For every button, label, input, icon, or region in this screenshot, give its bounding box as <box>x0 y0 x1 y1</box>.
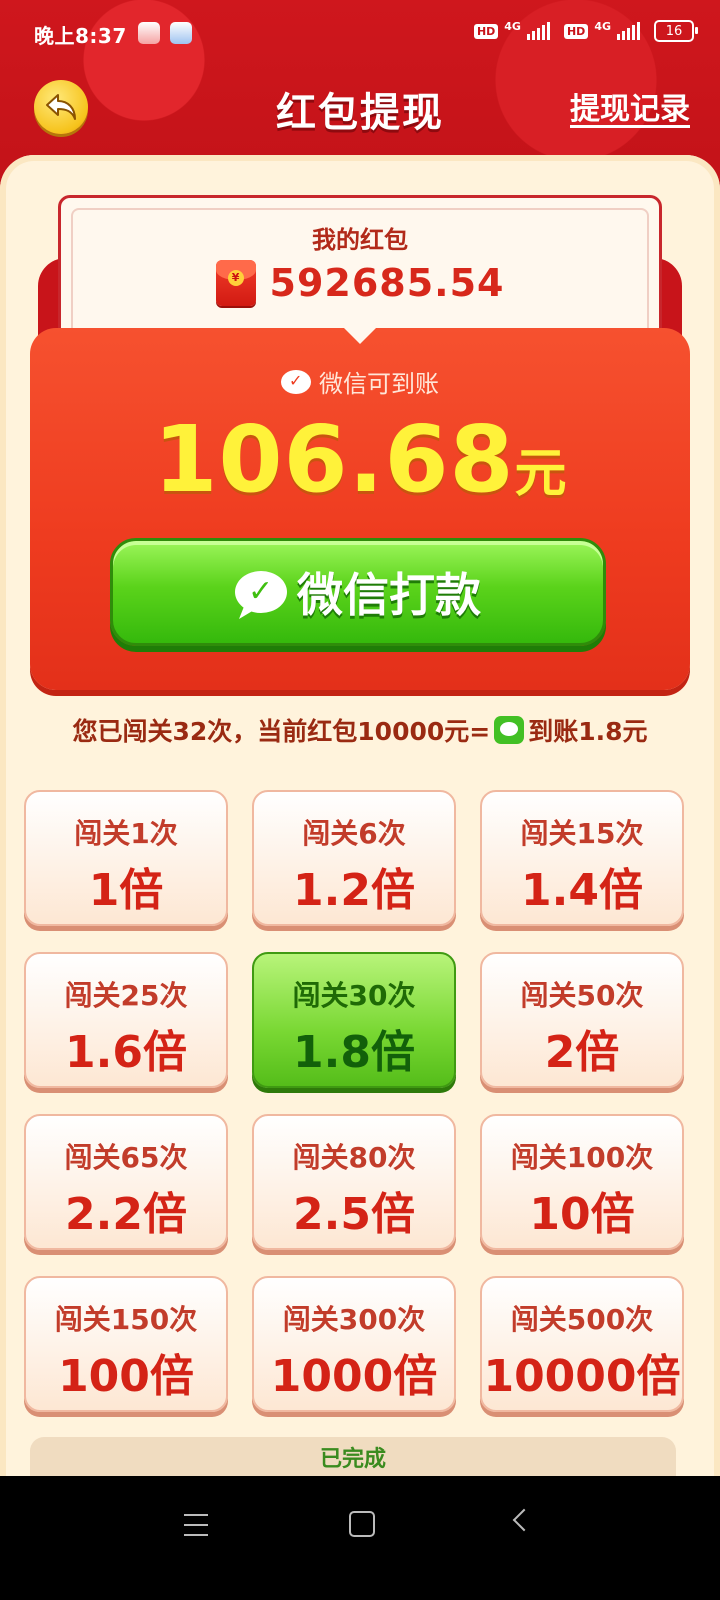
withdraw-history-link[interactable]: 提现记录 <box>570 84 690 128</box>
payout-amount-row: 106.68元 <box>30 406 690 513</box>
tier-requirement: 闯关500次 <box>510 1303 654 1336</box>
tier-requirement: 闯关65次 <box>64 1141 188 1174</box>
progress-text: 您已闯关32次，当前红包10000元= <box>72 717 491 746</box>
tier-card[interactable]: 闯关50次 2倍 <box>480 952 684 1088</box>
app-notification-icon <box>138 22 160 44</box>
tier-requirement: 闯关100次 <box>510 1141 654 1174</box>
tier-requirement: 闯关50次 <box>520 979 644 1012</box>
tier-card[interactable]: 闯关300次 1000倍 <box>252 1276 456 1412</box>
wechat-chat-icon <box>235 571 287 613</box>
wechat-pay-label: 微信打款 <box>297 568 481 622</box>
tier-requirement: 闯关25次 <box>64 979 188 1012</box>
tier-card-active[interactable]: 闯关30次 1.8倍 <box>252 952 456 1088</box>
status-indicators: HD 4G HD 4G 16 <box>473 19 698 42</box>
tier-card[interactable]: 闯关6次 1.2倍 <box>252 790 456 926</box>
tier-multiplier: 1.8倍 <box>293 1027 415 1078</box>
tier-card[interactable]: 闯关1次 1倍 <box>24 790 228 926</box>
network-type-label-2: 4G <box>594 19 611 33</box>
battery-level: 16 <box>665 23 683 39</box>
tier-requirement: 闯关150次 <box>54 1303 198 1336</box>
tier-multiplier: 2倍 <box>544 1027 620 1078</box>
tier-requirement: 闯关30次 <box>292 979 416 1012</box>
wechat-receive-row: 微信可到账 <box>30 364 690 399</box>
tier-requirement: 闯关80次 <box>292 1141 416 1174</box>
tier-card[interactable]: 闯关80次 2.5倍 <box>252 1114 456 1250</box>
tier-requirement: 闯关300次 <box>282 1303 426 1336</box>
tier-multiplier: 10倍 <box>529 1189 635 1240</box>
wechat-receive-label: 微信可到账 <box>319 370 439 398</box>
tier-multiplier: 10000倍 <box>483 1351 681 1402</box>
progress-note: 您已闯关32次，当前红包10000元= 到账1.8元 <box>0 712 720 748</box>
progress-text-after: 到账1.8元 <box>528 717 648 746</box>
status-time: 晚上8:37 <box>34 24 127 48</box>
tier-card[interactable]: 闯关25次 1.6倍 <box>24 952 228 1088</box>
home-icon[interactable] <box>349 1511 375 1537</box>
tier-multiplier: 2.5倍 <box>293 1189 415 1240</box>
tier-multiplier: 2.2倍 <box>65 1189 187 1240</box>
tier-card[interactable]: 闯关150次 100倍 <box>24 1276 228 1412</box>
tier-multiplier: 1.6倍 <box>65 1027 187 1078</box>
battery-icon: 16 <box>654 20 698 42</box>
signal-icon-2 <box>617 22 640 40</box>
tier-card[interactable]: 闯关100次 10倍 <box>480 1114 684 1250</box>
wechat-pay-button[interactable]: 微信打款 <box>110 538 606 646</box>
multiplier-tier-grid: 闯关1次 1倍 闯关6次 1.2倍 闯关15次 1.4倍 闯关25次 1.6倍 闯关30… <box>24 790 696 1412</box>
payout-card: 微信可到账 106.68元 微信打款 <box>30 328 690 690</box>
tier-multiplier: 1倍 <box>88 865 164 916</box>
payout-unit: 元 <box>514 444 567 504</box>
tier-multiplier: 1000倍 <box>270 1351 438 1402</box>
network-type-label: 4G <box>504 19 521 33</box>
wechat-icon <box>281 369 311 394</box>
balance-row: 592685.54 <box>61 260 659 306</box>
payout-amount: 106.68 <box>153 406 515 513</box>
hd-badge-2: HD <box>563 23 589 39</box>
red-envelope-icon <box>215 260 256 306</box>
completed-bar[interactable]: 已完成 <box>30 1437 676 1477</box>
signal-icon <box>526 22 550 40</box>
status-bar: 晚上8:37 HD 4G HD 4G 16 <box>0 0 720 68</box>
system-nav-bar <box>0 1476 720 1600</box>
tier-multiplier: 100倍 <box>58 1351 194 1402</box>
tier-requirement: 闯关6次 <box>302 817 406 850</box>
tier-requirement: 闯关1次 <box>74 817 178 850</box>
hd-badge: HD <box>473 23 499 39</box>
tier-card[interactable]: 闯关15次 1.4倍 <box>480 790 684 926</box>
balance-amount: 592685.54 <box>269 261 505 305</box>
app-notification-icon-2 <box>170 22 192 44</box>
tier-multiplier: 1.4倍 <box>521 865 643 916</box>
menu-icon[interactable] <box>184 1514 208 1536</box>
tier-requirement: 闯关15次 <box>520 817 644 850</box>
balance-label: 我的红包 <box>312 226 408 254</box>
wechat-mini-icon <box>494 716 525 744</box>
tier-card[interactable]: 闯关500次 10000倍 <box>480 1276 684 1412</box>
tier-card[interactable]: 闯关65次 2.2倍 <box>24 1114 228 1250</box>
nav-back-icon[interactable] <box>512 1508 536 1532</box>
tier-multiplier: 1.2倍 <box>293 865 415 916</box>
